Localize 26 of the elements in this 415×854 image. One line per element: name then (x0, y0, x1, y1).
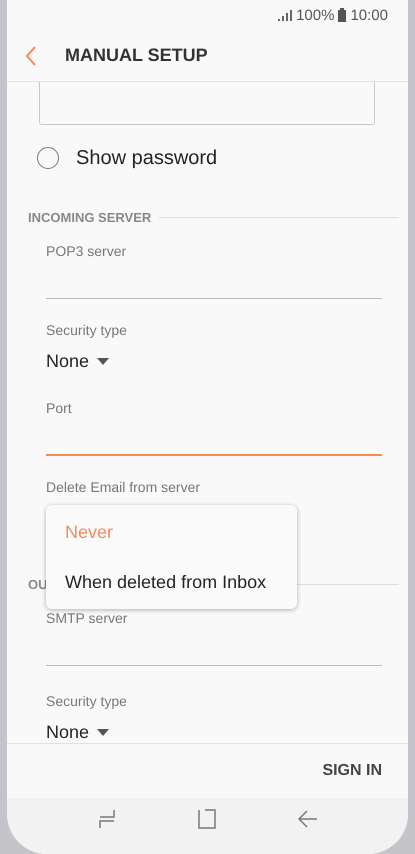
caret-icon (97, 358, 110, 364)
select-dropdown[interactable]: None (46, 721, 110, 743)
battery-icon (338, 8, 346, 22)
section-heading: INCOMING SERVER (28, 210, 152, 224)
screen-title: MANUAL SETUP (65, 45, 208, 66)
clock: 10:00 (350, 6, 388, 24)
section-heading: OU (28, 576, 48, 592)
menu-option[interactable]: When deleted from Inbox (46, 560, 297, 604)
password-field[interactable] (39, 82, 375, 125)
field-label: Delete Email from server (46, 478, 202, 496)
field-label: POP3 server (46, 242, 128, 260)
show-password-label: Show password (76, 146, 218, 170)
field-label: Port (46, 399, 73, 417)
back-nav-icon[interactable] (298, 810, 318, 828)
caret-icon (97, 728, 110, 736)
field-label: SMTP server (46, 609, 128, 627)
battery-level: 100% (296, 6, 334, 24)
radio-button[interactable] (37, 147, 59, 169)
field-label: Security type (46, 692, 128, 710)
home-icon[interactable] (196, 809, 216, 829)
recents-icon[interactable] (98, 809, 116, 829)
field-label: Security type (46, 321, 128, 339)
sign-in-button[interactable]: SIGN IN (322, 756, 382, 786)
back-icon[interactable] (25, 46, 37, 66)
signal-icon (278, 10, 292, 20)
select-dropdown[interactable]: None (46, 350, 110, 372)
